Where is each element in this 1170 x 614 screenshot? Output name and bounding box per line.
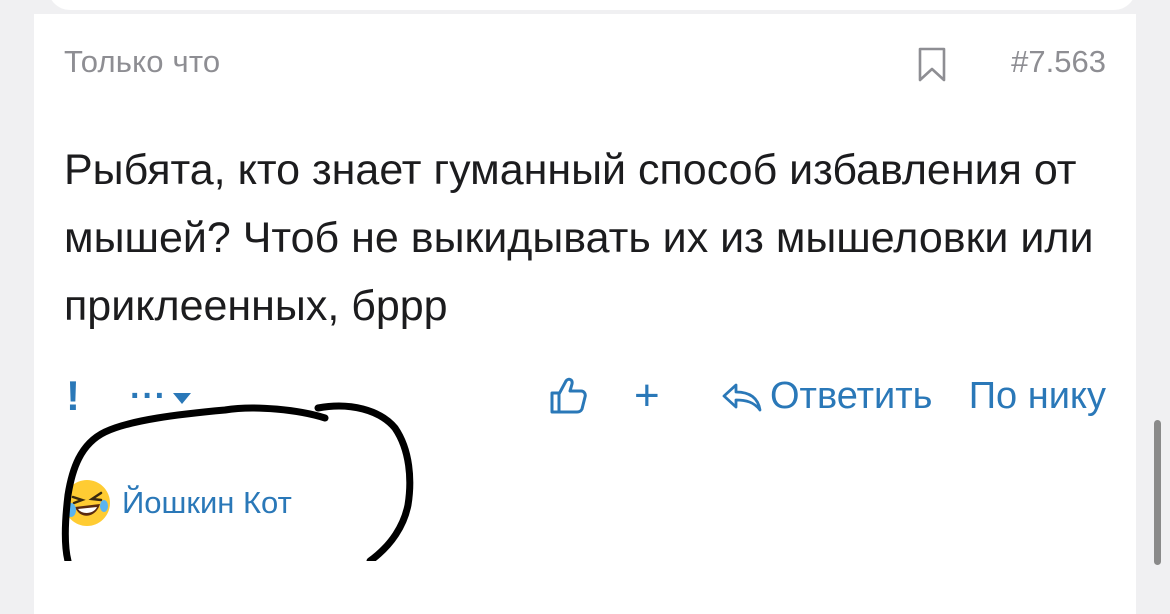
thumbs-up-icon[interactable] [548, 376, 588, 416]
previous-card-edge [48, 0, 1136, 10]
laughing-emoji-icon [64, 480, 110, 526]
post-timestamp: Только что [64, 44, 221, 79]
more-menu-button[interactable]: ··· [130, 372, 191, 420]
reply-arrow-icon [722, 383, 762, 412]
post-message: Рыбята, кто знает гуманный способ избавл… [64, 146, 1094, 330]
chevron-down-icon [172, 392, 191, 404]
scrollbar[interactable] [1154, 420, 1161, 565]
reply-button[interactable]: Ответить [720, 372, 932, 420]
by-nick-button[interactable]: По нику [969, 372, 1106, 420]
action-bar: ! ··· + Ответить По нику [64, 372, 1106, 420]
comment-card: Только что #7.563 Рыбята, кто знает гума… [34, 14, 1136, 614]
username[interactable]: Йошкин Кот [122, 485, 292, 521]
bookmark-icon[interactable] [917, 47, 947, 83]
more-icon: ··· [130, 377, 167, 415]
reply-label: Ответить [770, 375, 933, 417]
post-number[interactable]: #7.563 [1011, 44, 1106, 80]
add-button[interactable]: + [634, 372, 660, 420]
user-row[interactable]: Йошкин Кот [64, 480, 292, 526]
report-button[interactable]: ! [66, 372, 80, 420]
